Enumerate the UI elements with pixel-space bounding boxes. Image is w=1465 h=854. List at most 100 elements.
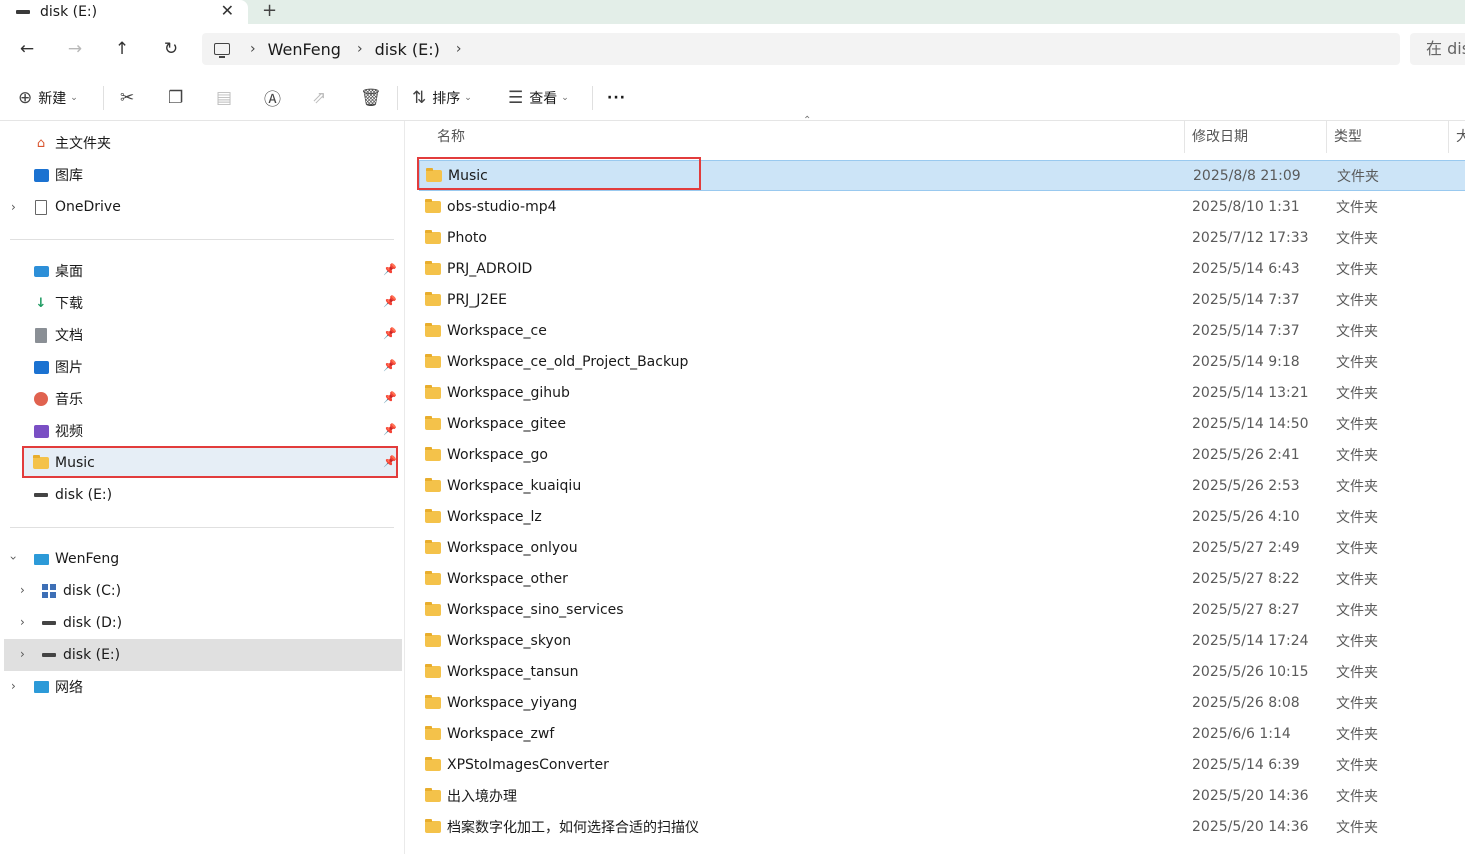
file-name: Workspace_other — [447, 570, 568, 587]
table-row[interactable]: PRJ_ADROID 2025/5/14 6:43 文件夹 — [419, 253, 1465, 284]
file-type: 文件夹 — [1336, 819, 1378, 836]
file-type: 文件夹 — [1336, 230, 1378, 247]
new-button[interactable]: ⊕ 新建 ⌄ — [18, 74, 78, 121]
sidebar-item-disk-c[interactable]: disk (C:) — [41, 577, 121, 605]
sidebar-item-pictures[interactable]: 图片 📌 — [33, 353, 401, 381]
table-row[interactable]: Workspace_lz 2025/5/26 4:10 文件夹 — [419, 501, 1465, 532]
sidebar-item-documents[interactable]: 文档 📌 — [33, 321, 401, 349]
delete-button[interactable]: 🗑 — [360, 74, 388, 121]
copy-button[interactable]: ❐ — [168, 74, 189, 121]
address-bar[interactable]: › WenFeng › disk (E:) › — [202, 33, 1400, 65]
sidebar-item-home[interactable]: ⌂ 主文件夹 — [33, 129, 111, 157]
sidebar-item-music-library[interactable]: 音乐 📌 — [33, 385, 401, 413]
paste-button[interactable]: ▤ — [216, 74, 238, 121]
table-row[interactable]: 档案数字化加工，如何选择合适的扫描仪 2025/5/20 14:36 文件夹 — [419, 811, 1465, 842]
sidebar-item-onedrive[interactable]: OneDrive — [33, 193, 121, 221]
table-row[interactable]: Workspace_go 2025/5/26 2:41 文件夹 — [419, 439, 1465, 470]
pin-icon: 📌 — [383, 263, 397, 276]
file-type: 文件夹 — [1336, 447, 1378, 464]
table-row[interactable]: 出入境办理 2025/5/20 14:36 文件夹 — [419, 780, 1465, 811]
drive-icon — [33, 487, 49, 503]
view-label: 查看 — [529, 90, 558, 107]
search-input[interactable]: 在 disk (E:) 中搜索 — [1410, 33, 1465, 65]
file-name: obs-studio-mp4 — [447, 198, 557, 215]
file-name: Workspace_gihub — [447, 384, 570, 401]
table-row[interactable]: Workspace_gitee 2025/5/14 14:50 文件夹 — [419, 408, 1465, 439]
chevron-down-icon[interactable]: › — [6, 556, 20, 561]
column-header-size[interactable]: 大 — [1448, 121, 1465, 153]
table-row[interactable]: Workspace_skyon 2025/5/14 17:24 文件夹 — [419, 625, 1465, 656]
table-row[interactable]: Workspace_yiyang 2025/5/26 8:08 文件夹 — [419, 687, 1465, 718]
new-tab-button[interactable]: + — [262, 0, 277, 22]
chevron-right-icon[interactable]: › — [11, 679, 16, 693]
sidebar-item-label: 网络 — [55, 680, 83, 696]
up-button[interactable]: ↑ — [111, 38, 133, 60]
table-row[interactable]: XPStoImagesConverter 2025/5/14 6:39 文件夹 — [419, 749, 1465, 780]
divider — [103, 86, 104, 110]
table-row[interactable]: Workspace_zwf 2025/6/6 1:14 文件夹 — [419, 718, 1465, 749]
rename-icon: Ⓐ — [264, 90, 281, 110]
cut-button[interactable]: ✂ — [120, 74, 140, 121]
chevron-right-icon[interactable]: › — [11, 200, 16, 214]
sidebar-item-gallery[interactable]: 图库 — [33, 161, 83, 189]
column-header-name[interactable]: 名称 — [429, 121, 1185, 153]
video-icon — [33, 423, 49, 439]
desktop-icon — [33, 263, 49, 279]
column-header-date[interactable]: 修改日期 — [1184, 121, 1326, 153]
sidebar-item-desktop[interactable]: 桌面 📌 — [33, 257, 401, 285]
table-row[interactable]: Workspace_ce_old_Project_Backup 2025/5/14… — [419, 346, 1465, 377]
table-row[interactable]: PRJ_J2EE 2025/5/14 7:37 文件夹 — [419, 284, 1465, 315]
table-row[interactable]: Workspace_tansun 2025/5/26 10:15 文件夹 — [419, 656, 1465, 687]
sidebar-item-disk-d[interactable]: disk (D:) — [41, 609, 122, 637]
table-row[interactable]: Workspace_ce 2025/5/14 7:37 文件夹 — [419, 315, 1465, 346]
forward-button[interactable]: → — [64, 38, 86, 60]
chevron-right-icon[interactable]: › — [456, 41, 462, 57]
rename-button[interactable]: Ⓐ — [264, 74, 287, 121]
file-name: Workspace_sino_services — [447, 601, 624, 618]
file-date: 2025/5/14 9:18 — [1192, 353, 1300, 370]
table-row[interactable]: Photo 2025/7/12 17:33 文件夹 — [419, 222, 1465, 253]
sort-button[interactable]: ⇅ 排序 ⌄ — [412, 74, 472, 121]
share-button[interactable]: ⇗ — [312, 74, 332, 121]
sidebar-item-disk-e[interactable]: disk (E:) — [41, 641, 120, 669]
tab-disk-e[interactable]: disk (E:) ✕ — [0, 0, 248, 24]
sidebar-item-label: disk (D:) — [63, 615, 123, 631]
file-type: 文件夹 — [1337, 168, 1379, 185]
chevron-right-icon[interactable]: › — [20, 615, 25, 629]
sidebar-item-disk-e-pinned[interactable]: disk (E:) — [33, 481, 112, 509]
sort-label: 排序 — [432, 90, 461, 107]
folder-icon — [425, 446, 441, 461]
breadcrumb-disk-e[interactable]: disk (E:) — [375, 40, 440, 59]
chevron-right-icon[interactable]: › — [250, 41, 256, 57]
chevron-right-icon[interactable]: › — [20, 647, 25, 661]
back-button[interactable]: ← — [16, 38, 38, 60]
file-type: 文件夹 — [1336, 633, 1378, 650]
table-row[interactable]: Workspace_other 2025/5/27 8:22 文件夹 — [419, 563, 1465, 594]
file-type: 文件夹 — [1336, 540, 1378, 557]
file-type: 文件夹 — [1336, 571, 1378, 588]
sidebar-item-network[interactable]: 网络 — [33, 673, 83, 701]
copy-icon: ❐ — [168, 87, 184, 108]
column-header-type[interactable]: 类型 — [1326, 121, 1448, 153]
pin-icon: 📌 — [383, 391, 397, 404]
view-button[interactable]: ☰ 查看 ⌄ — [508, 74, 569, 121]
sidebar-item-this-pc[interactable]: WenFeng — [33, 545, 119, 573]
file-date: 2025/5/14 6:43 — [1192, 260, 1300, 277]
table-row[interactable]: Workspace_kuaiqiu 2025/5/26 2:53 文件夹 — [419, 470, 1465, 501]
sidebar-item-downloads[interactable]: ↓ 下载 📌 — [33, 289, 401, 317]
table-row[interactable]: Workspace_onlyou 2025/5/27 2:49 文件夹 — [419, 532, 1465, 563]
file-type: 文件夹 — [1336, 292, 1378, 309]
more-options-button[interactable]: ··· — [607, 74, 626, 121]
table-row[interactable]: obs-studio-mp4 2025/8/10 1:31 文件夹 — [419, 191, 1465, 222]
table-row[interactable]: Workspace_gihub 2025/5/14 13:21 文件夹 — [419, 377, 1465, 408]
file-date: 2025/6/6 1:14 — [1192, 725, 1291, 742]
computer-icon — [214, 43, 230, 58]
share-icon: ⇗ — [312, 87, 327, 108]
sidebar-item-videos[interactable]: 视频 📌 — [33, 417, 401, 445]
table-row[interactable]: Workspace_sino_services 2025/5/27 8:27 文件夹 — [419, 594, 1465, 625]
chevron-right-icon[interactable]: › — [20, 583, 25, 597]
breadcrumb-wenfeng[interactable]: WenFeng — [268, 40, 341, 59]
refresh-button[interactable]: ↻ — [160, 38, 182, 60]
chevron-right-icon[interactable]: › — [357, 41, 363, 57]
close-icon[interactable]: ✕ — [221, 1, 234, 20]
